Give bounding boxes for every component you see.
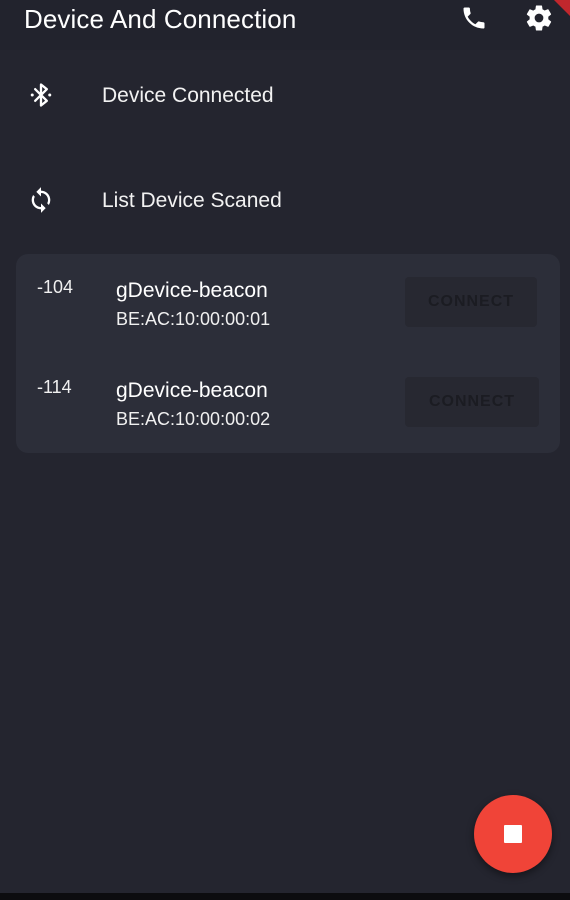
device-list-item: -114 gDevice-beacon BE:AC:10:00:00:02 CO…: [16, 354, 560, 444]
stop-icon: [504, 825, 522, 843]
device-rssi: -104: [37, 277, 74, 297]
bottom-edge: [0, 893, 570, 900]
refresh-icon: [26, 185, 56, 215]
device-name: gDevice-beacon: [116, 379, 268, 402]
scanned-device-list: -104 gDevice-beacon BE:AC:10:00:00:01 CO…: [16, 254, 560, 453]
menu-item-label: List Device Scaned: [102, 189, 282, 212]
phone-icon[interactable]: [459, 3, 489, 33]
menu-item-list-device-scanned[interactable]: List Device Scaned: [0, 172, 570, 228]
bluetooth-icon: [26, 80, 56, 110]
device-list-item: -104 gDevice-beacon BE:AC:10:00:00:01 CO…: [16, 254, 560, 344]
device-mac-address: BE:AC:10:00:00:01: [116, 309, 271, 329]
stop-scan-button[interactable]: [474, 795, 552, 873]
device-name: gDevice-beacon: [116, 279, 268, 302]
connect-button[interactable]: CONNECT: [405, 277, 537, 327]
page-title: Device And Connection: [24, 4, 297, 34]
menu-item-device-connected[interactable]: Device Connected: [0, 67, 570, 123]
menu-item-label: Device Connected: [102, 84, 274, 107]
gear-icon[interactable]: [524, 3, 554, 33]
debug-banner: [554, 0, 570, 16]
connect-button[interactable]: CONNECT: [405, 377, 539, 427]
app-bar: Device And Connection: [0, 0, 570, 50]
device-rssi: -114: [37, 377, 72, 397]
device-mac-address: BE:AC:10:00:00:02: [116, 409, 271, 429]
